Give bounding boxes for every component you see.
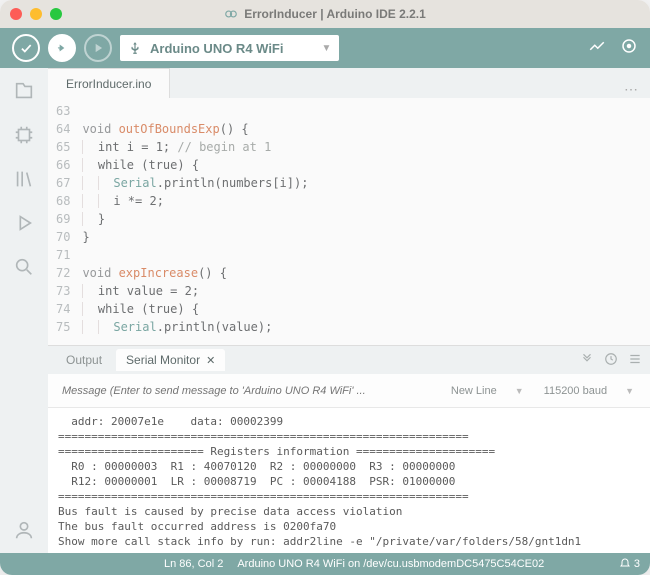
caret-down-icon: ▼ bbox=[322, 43, 332, 54]
clear-output-icon[interactable] bbox=[628, 352, 642, 369]
minimize-window[interactable] bbox=[30, 8, 42, 20]
tab-overflow-icon[interactable]: ⋯ bbox=[612, 81, 650, 98]
code-editor[interactable]: 63646566676869707172737475 void outOfBou… bbox=[48, 98, 650, 345]
usb-icon bbox=[128, 41, 142, 55]
tab-output[interactable]: Output bbox=[56, 349, 112, 371]
board-selector[interactable]: Arduino UNO R4 WiFi ▼ bbox=[120, 35, 339, 61]
search-icon[interactable] bbox=[13, 256, 35, 278]
maximize-window[interactable] bbox=[50, 8, 62, 20]
panel-tabs: Output Serial Monitor✕ bbox=[48, 346, 650, 374]
tab-file[interactable]: ErrorInducer.ino bbox=[48, 68, 170, 98]
boards-manager-icon[interactable] bbox=[13, 124, 35, 146]
device-info: Arduino UNO R4 WiFi on /dev/cu.usbmodemD… bbox=[237, 558, 544, 570]
verify-button[interactable] bbox=[12, 34, 40, 62]
close-window[interactable] bbox=[10, 8, 22, 20]
plotter-icon[interactable] bbox=[588, 37, 606, 60]
serial-output[interactable]: addr: 20007e1e data: 00002399===========… bbox=[48, 408, 650, 553]
serial-monitor-toolbar: New Line▼ 115200 baud▼ bbox=[48, 374, 650, 408]
toolbar: Arduino UNO R4 WiFi ▼ bbox=[0, 28, 650, 68]
timestamp-toggle-icon[interactable] bbox=[604, 352, 618, 369]
bell-icon bbox=[619, 558, 631, 570]
scroll-toggle-icon[interactable] bbox=[580, 352, 594, 369]
statusbar: Ln 86, Col 2 Arduino UNO R4 WiFi on /dev… bbox=[0, 553, 650, 575]
debug-button[interactable] bbox=[84, 34, 112, 62]
line-ending-select[interactable]: New Line▼ bbox=[445, 383, 530, 399]
editor-tabs: ErrorInducer.ino ⋯ bbox=[48, 68, 650, 98]
debug-sidebar-icon[interactable] bbox=[13, 212, 35, 234]
serial-monitor-icon[interactable] bbox=[620, 37, 638, 60]
cursor-position: Ln 86, Col 2 bbox=[164, 558, 223, 570]
window-title: ErrorInducer | Arduino IDE 2.2.1 bbox=[244, 7, 426, 21]
sketchbook-icon[interactable] bbox=[13, 80, 35, 102]
window-controls bbox=[10, 8, 62, 20]
sidebar bbox=[0, 68, 48, 553]
titlebar: ErrorInducer | Arduino IDE 2.2.1 bbox=[0, 0, 650, 28]
baud-rate-select[interactable]: 115200 baud▼ bbox=[538, 383, 640, 399]
board-name: Arduino UNO R4 WiFi bbox=[150, 41, 284, 56]
tab-serial-monitor[interactable]: Serial Monitor✕ bbox=[116, 349, 225, 371]
notifications-button[interactable]: 3 bbox=[619, 558, 640, 570]
close-icon[interactable]: ✕ bbox=[206, 355, 215, 367]
serial-message-input[interactable] bbox=[58, 380, 437, 402]
arduino-logo-icon bbox=[224, 7, 238, 21]
library-manager-icon[interactable] bbox=[13, 168, 35, 190]
upload-button[interactable] bbox=[48, 34, 76, 62]
account-icon[interactable] bbox=[13, 519, 35, 541]
